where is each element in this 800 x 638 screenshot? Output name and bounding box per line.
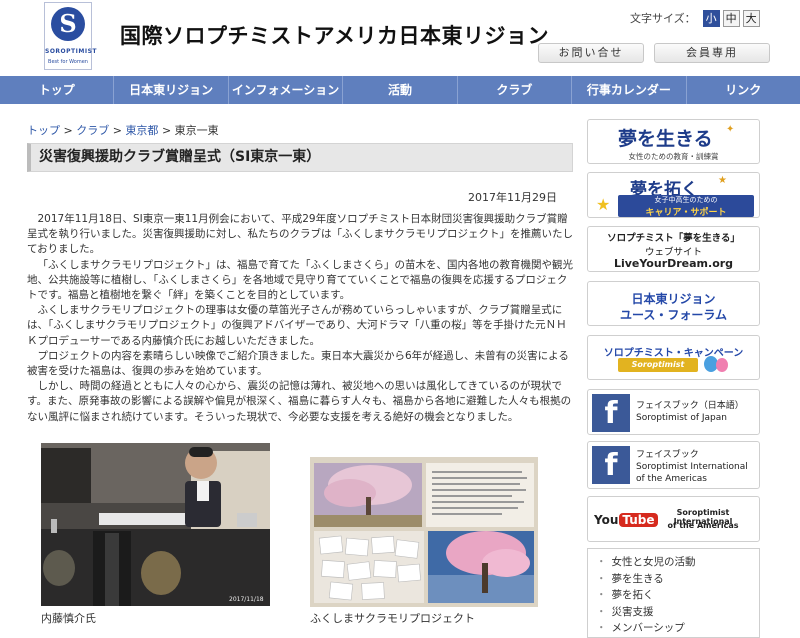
- article-paragraph: 「ふくしまサクラモリプロジェクト」は、福島で育てた「ふくしまさくら」の苗木を、国…: [27, 258, 573, 302]
- lyd-line1: ソロプチミスト「夢を生きる」: [607, 233, 740, 244]
- fb-japan-name: Soroptimist of Japan: [636, 413, 727, 423]
- article-date: 2017年11月29日: [468, 191, 557, 204]
- logo-word: SOROPTIMIST: [45, 48, 97, 55]
- article-paragraph: プロジェクトの内容を素晴らしい映像でご紹介頂きました。東日本大震災から6年が経過…: [27, 349, 569, 378]
- star-icon: ★: [718, 175, 727, 186]
- dream-banner[interactable]: 夢を生きる ✦ 女性のための教育・訓練賞: [587, 119, 760, 164]
- breadcrumb: トップ > クラブ > 東京都 > 東京一東: [27, 122, 219, 138]
- speaker-photo-image: [41, 443, 270, 606]
- soroptimist-s-icon: S: [51, 7, 85, 41]
- nav-links[interactable]: リンク: [687, 76, 800, 104]
- youth-forum-banner[interactable]: 日本東リジョン ユース・フォーラム: [587, 281, 760, 326]
- menu-item-label: メンバーシップ: [611, 622, 685, 634]
- facebook-icon: f: [592, 394, 630, 432]
- main-nav: トップ 日本東リジョン インフォメーション 活動 クラブ 行事カレンダー リンク: [0, 76, 800, 104]
- sidebar-menu-item[interactable]: ・メンバーシップ: [596, 620, 759, 637]
- fb-japan-label: フェイスブック（日本語）: [636, 401, 744, 411]
- sakura-photo-caption: ふくしまサクラモリプロジェクト: [310, 612, 475, 625]
- menu-item-label: 災害支援: [611, 605, 654, 618]
- sidebar-menu: ・女性と女児の活動 ・夢を生きる ・夢を拓く ・災害支援 ・メンバーシップ: [587, 548, 760, 638]
- big-star-icon: ★: [596, 195, 611, 214]
- campaign-ribbon: Soroptimist: [618, 358, 698, 372]
- sidebar-menu-item[interactable]: ・災害支援: [596, 604, 759, 621]
- speaker-photo-caption: 内藤慎介氏: [41, 612, 96, 625]
- sakura-project-photo: [310, 457, 538, 607]
- fb-intl-name1: Soroptimist International: [636, 462, 748, 472]
- menu-item-label: 夢を生きる: [611, 572, 664, 585]
- facebook-japan-banner[interactable]: f フェイスブック（日本語） Soroptimist of Japan: [587, 389, 760, 435]
- page-title: 災害復興援助クラブ賞贈呈式（SI東京一東）: [27, 143, 573, 172]
- takuku-banner[interactable]: 夢を拓く ★ 女子中高生のための キャリア・サポート ★: [587, 172, 760, 218]
- sidebar-menu-item[interactable]: ・夢を生きる: [596, 571, 759, 588]
- breadcrumb-sep: >: [161, 124, 172, 137]
- article-paragraph: ふくしまサクラモリプロジェクトの理事は女優の草笛光子さんが務めていらっしゃいます…: [27, 304, 567, 347]
- sidebar-menu-item[interactable]: ・女性と女児の活動: [596, 554, 759, 571]
- youtube-banner[interactable]: You Tube Soroptimist International of th…: [587, 496, 760, 542]
- article-body: 2017年11月18日、SI東京一東11月例会において、平成29年度ソロプチミス…: [27, 212, 573, 425]
- breadcrumb-sep: >: [112, 124, 122, 137]
- nav-top[interactable]: トップ: [0, 76, 115, 104]
- lyd-line2: ウェブサイト: [644, 247, 702, 258]
- font-size-large-button[interactable]: 大: [742, 9, 760, 27]
- youtube-you: You: [594, 513, 619, 527]
- font-size-small-button[interactable]: 小: [702, 9, 720, 27]
- article-paragraph: しかし、時間の経過とともに人々の心から、震災の記憶は薄れ、被災地への思いは風化し…: [27, 380, 572, 423]
- dream-banner-title: 夢を生きる: [618, 128, 713, 150]
- youtube-logo: You Tube: [594, 511, 658, 529]
- nav-east-region[interactable]: 日本東リジョン: [114, 76, 229, 104]
- youth-line1: 日本東リジョン: [631, 292, 716, 306]
- youth-line2: ユース・フォーラム: [619, 308, 728, 322]
- campaign-title: ソロプチミスト・キャンペーン: [603, 348, 744, 359]
- nav-clubs[interactable]: クラブ: [458, 76, 573, 104]
- youtube-name2: of the Americas: [667, 521, 739, 530]
- logo-tagline: Best for Women: [48, 59, 88, 65]
- menu-item-label: 女性と女児の活動: [611, 556, 696, 568]
- fb-intl-label: フェイスブック: [636, 450, 699, 460]
- nav-activities[interactable]: 活動: [343, 76, 458, 104]
- takuku-banner-strip: 女子中高生のための キャリア・サポート: [618, 195, 754, 217]
- takuku-banner-sub2: キャリア・サポート: [645, 208, 727, 218]
- balloon-icon: [716, 358, 728, 372]
- breadcrumb-sep: >: [63, 124, 73, 137]
- contact-button[interactable]: お問い合せ: [538, 43, 644, 63]
- sidebar-menu-item[interactable]: ・夢を拓く: [596, 587, 759, 604]
- campaign-banner[interactable]: ソロプチミスト・キャンペーン Soroptimist: [587, 335, 760, 380]
- site-title[interactable]: 国際ソロプチミストアメリカ日本東リジョン: [120, 20, 549, 50]
- liveyourdream-banner[interactable]: ソロプチミスト「夢を生きる」 ウェブサイト LiveYourDream.org: [587, 226, 760, 272]
- photo-timestamp: 2017/11/18: [229, 596, 264, 603]
- dream-banner-sub: 女性のための教育・訓練賞: [628, 152, 719, 161]
- nav-event-calendar[interactable]: 行事カレンダー: [572, 76, 687, 104]
- breadcrumb-tokyo[interactable]: 東京都: [125, 124, 158, 137]
- font-size-medium-button[interactable]: 中: [722, 9, 740, 27]
- nav-information[interactable]: インフォメーション: [229, 76, 344, 104]
- members-only-button[interactable]: 会員専用: [654, 43, 770, 63]
- font-size-label: 文字サイズ：: [630, 12, 696, 25]
- font-size-switcher: 文字サイズ： 小 中 大: [630, 9, 760, 27]
- facebook-icon: f: [592, 446, 630, 484]
- takuku-banner-sub1: 女子中高生のための: [654, 196, 718, 204]
- article-paragraph: 2017年11月18日、SI東京一東11月例会において、平成29年度ソロプチミス…: [27, 213, 573, 256]
- soroptimist-logo[interactable]: S SOROPTIMIST Best for Women: [44, 2, 97, 70]
- site-header: S SOROPTIMIST Best for Women 国際ソロプチミストアメ…: [0, 0, 800, 76]
- breadcrumb-current: 東京一東: [174, 124, 219, 137]
- sparkle-icon: ✦: [726, 124, 735, 135]
- lyd-line3: LiveYourDream.org: [613, 257, 734, 270]
- speaker-photo: 2017/11/18: [41, 443, 270, 606]
- menu-item-label: 夢を拓く: [611, 589, 654, 601]
- fb-intl-name2: of the Americas: [636, 474, 707, 484]
- breadcrumb-clubs[interactable]: クラブ: [76, 124, 109, 137]
- facebook-intl-banner[interactable]: f フェイスブック Soroptimist International of t…: [587, 441, 760, 489]
- breadcrumb-top[interactable]: トップ: [27, 124, 60, 137]
- sakura-project-image: [310, 457, 538, 607]
